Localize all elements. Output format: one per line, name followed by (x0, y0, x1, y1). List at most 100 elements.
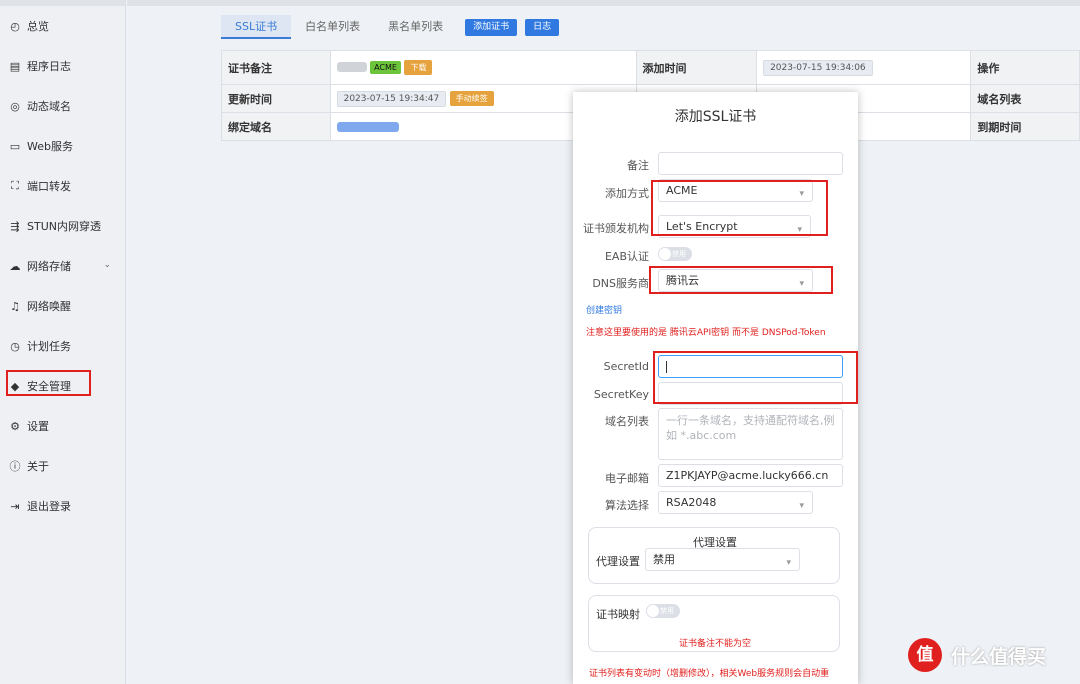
sidebar-item-label: 动态域名 (27, 100, 71, 113)
mapping-switch-state: 禁用 (660, 607, 674, 615)
add-time-value: 2023-07-15 19:34:06 (763, 59, 873, 76)
mapping-label: 证书映射 (596, 608, 640, 621)
ddns-icon: ◎ (10, 99, 20, 113)
sidebar-item[interactable]: ⛶ 端口转发 (0, 166, 125, 206)
tab-ssl[interactable]: SSL证书 (221, 15, 292, 39)
eab-label: EAB认证 (604, 250, 649, 263)
sidebar-item[interactable]: ▤ 程序日志 (0, 46, 125, 86)
method-select[interactable]: ACME ▾ (658, 179, 813, 202)
secretid-input[interactable] (658, 355, 843, 378)
expire-header: 到期时间 (970, 112, 1080, 141)
sidebar-item[interactable]: ▭ Web服务 (0, 126, 125, 166)
email-label: 电子邮箱 (605, 472, 649, 485)
secretid-label: SecretId (603, 360, 649, 373)
remark-input[interactable] (658, 152, 843, 175)
sidebar-item[interactable]: ⇶ STUN内网穿透 (0, 206, 125, 246)
email-input[interactable]: Z1PKJAYP@acme.lucky666.cn (658, 464, 843, 487)
proxy-value: 禁用 (653, 553, 675, 566)
warning-text: 注意这里要使用的是 腾讯云API密钥 而不是 DNSPod-Token (586, 328, 826, 338)
sidebar-item[interactable]: ☁ 网络存储 ⌄ (0, 246, 125, 286)
eab-switch[interactable]: 禁用 (658, 247, 692, 261)
tab-blacklist[interactable]: 黑名单列表 (374, 15, 457, 39)
sidebar-item[interactable]: ⓘ 关于 (0, 446, 125, 486)
ca-label: 证书颁发机构 (583, 222, 649, 235)
ca-select[interactable]: Let's Encrypt ▾ (658, 215, 811, 238)
mapping-group: 证书映射 禁用 证书备注不能为空 (588, 595, 840, 652)
sidebar-item[interactable]: ◷ 计划任务 (0, 326, 125, 366)
domains-label: 域名列表 (605, 415, 649, 428)
algo-value: RSA2048 (666, 496, 717, 509)
sidebar-item-label: 端口转发 (27, 180, 71, 193)
add-cert-button[interactable]: 添加证书 (465, 18, 518, 36)
download-button[interactable]: 下载 (404, 60, 433, 75)
domains-textarea[interactable]: 一行一条域名，支持通配符域名,例如 *.abc.com (658, 408, 843, 460)
tab-whitelist[interactable]: 白名单列表 (291, 15, 374, 39)
log-button[interactable]: 日志 (525, 18, 560, 36)
algo-label: 算法选择 (605, 499, 649, 512)
add-ssl-dialog: 添加SSL证书 备注 添加方式 ACME ▾ 证书颁发机构 Let's Encry… (573, 92, 858, 684)
proxy-label: 代理设置 (596, 555, 640, 568)
sidebar-item[interactable]: ♫ 网络唤醒 (0, 286, 125, 326)
switch-knob (647, 605, 659, 617)
sidebar-item-label: 网络存储 (27, 260, 71, 273)
eab-switch-state: 禁用 (672, 250, 686, 258)
mapping-switch[interactable]: 禁用 (646, 604, 680, 618)
sidebar-item-label: 关于 (27, 460, 49, 473)
acme-tag: ACME (370, 61, 401, 74)
text-cursor (666, 361, 667, 373)
logout-icon: ⇥ (10, 499, 20, 513)
dialog-title: 添加SSL证书 (674, 109, 757, 125)
tab-bar: SSL证书 白名单列表 黑名单列表 添加证书 日志 (221, 15, 560, 39)
sidebar-item-label: 总览 (27, 20, 49, 33)
domain-list-header: 域名列表 (970, 84, 1080, 113)
add-time-header: 添加时间 (635, 50, 758, 85)
stun-icon: ⇶ (10, 219, 20, 233)
secretkey-input[interactable] (658, 382, 843, 405)
sidebar-item-label: 设置 (27, 420, 49, 433)
main-top-strip (127, 0, 1080, 6)
dns-value: 腾讯云 (666, 274, 699, 287)
algo-select[interactable]: RSA2048 ▾ (658, 491, 813, 514)
cloud-storage-icon: ☁ (9, 259, 21, 273)
dns-select[interactable]: 腾讯云 ▾ (658, 269, 813, 292)
chevron-down-icon: ▾ (799, 189, 804, 199)
web-icon: ▭ (9, 139, 21, 153)
sidebar-item[interactable]: ◆ 安全管理 (0, 366, 125, 406)
watermark-logo: 值 (908, 638, 942, 672)
sidebar-item-label: Web服务 (27, 140, 73, 153)
sidebar-item[interactable]: ⇥ 退出登录 (0, 486, 125, 526)
method-value: ACME (666, 184, 698, 197)
bell-icon: ♫ (10, 299, 20, 313)
add-time-cell: 2023-07-15 19:34:06 (756, 50, 972, 85)
create-key-link[interactable]: 创建密钥 (586, 303, 622, 316)
info-icon: ⓘ (9, 460, 21, 473)
clock-icon: ◷ (10, 339, 20, 353)
sidebar-item[interactable]: ⚙ 设置 (0, 406, 125, 446)
table-row: 证书备注 ACME 下载 添加时间 2023-07-15 19:34:06 操作 (221, 50, 1080, 85)
method-label: 添加方式 (605, 187, 649, 200)
watermark-text: 什么值得买 (951, 645, 1047, 668)
proxy-select[interactable]: 禁用 ▾ (645, 548, 800, 571)
sidebar-item[interactable]: ◴ 总览 (0, 6, 125, 46)
shield-icon: ◆ (10, 379, 20, 393)
bound-domain-header: 绑定域名 (221, 112, 331, 141)
port-forward-icon: ⛶ (11, 179, 19, 192)
chevron-down-icon: ⌄ (103, 260, 111, 270)
log-icon: ▤ (9, 59, 21, 73)
remark-cell: ACME 下载 (329, 50, 637, 85)
remark-header: 证书备注 (221, 50, 331, 85)
sidebar: ◴ 总览 ▤ 程序日志 ◎ 动态域名 ▭ Web服务 ⛶ 端口转发 ⇶ STUN内网穿透 ☁ 网络存储 ⌄ ♫… (0, 0, 126, 684)
ca-value: Let's Encrypt (666, 220, 738, 233)
update-time-value: 2023-07-15 19:34:47 (336, 90, 447, 107)
redacted-domain (336, 122, 399, 132)
proxy-group: 代理设置 代理设置 禁用 ▾ (588, 527, 840, 584)
chevron-down-icon: ▾ (799, 279, 804, 289)
sidebar-item-label: 退出登录 (27, 500, 71, 513)
sidebar-item[interactable]: ◎ 动态域名 (0, 86, 125, 126)
action-header: 操作 (970, 50, 1080, 85)
manual-renew-button[interactable]: 手动续签 (449, 90, 494, 106)
mapping-error: 证书备注不能为空 (678, 639, 751, 649)
sidebar-item-label: 安全管理 (27, 380, 71, 393)
watermark: 值 什么值得买 (908, 638, 1046, 672)
gear-icon: ⚙ (10, 419, 20, 433)
